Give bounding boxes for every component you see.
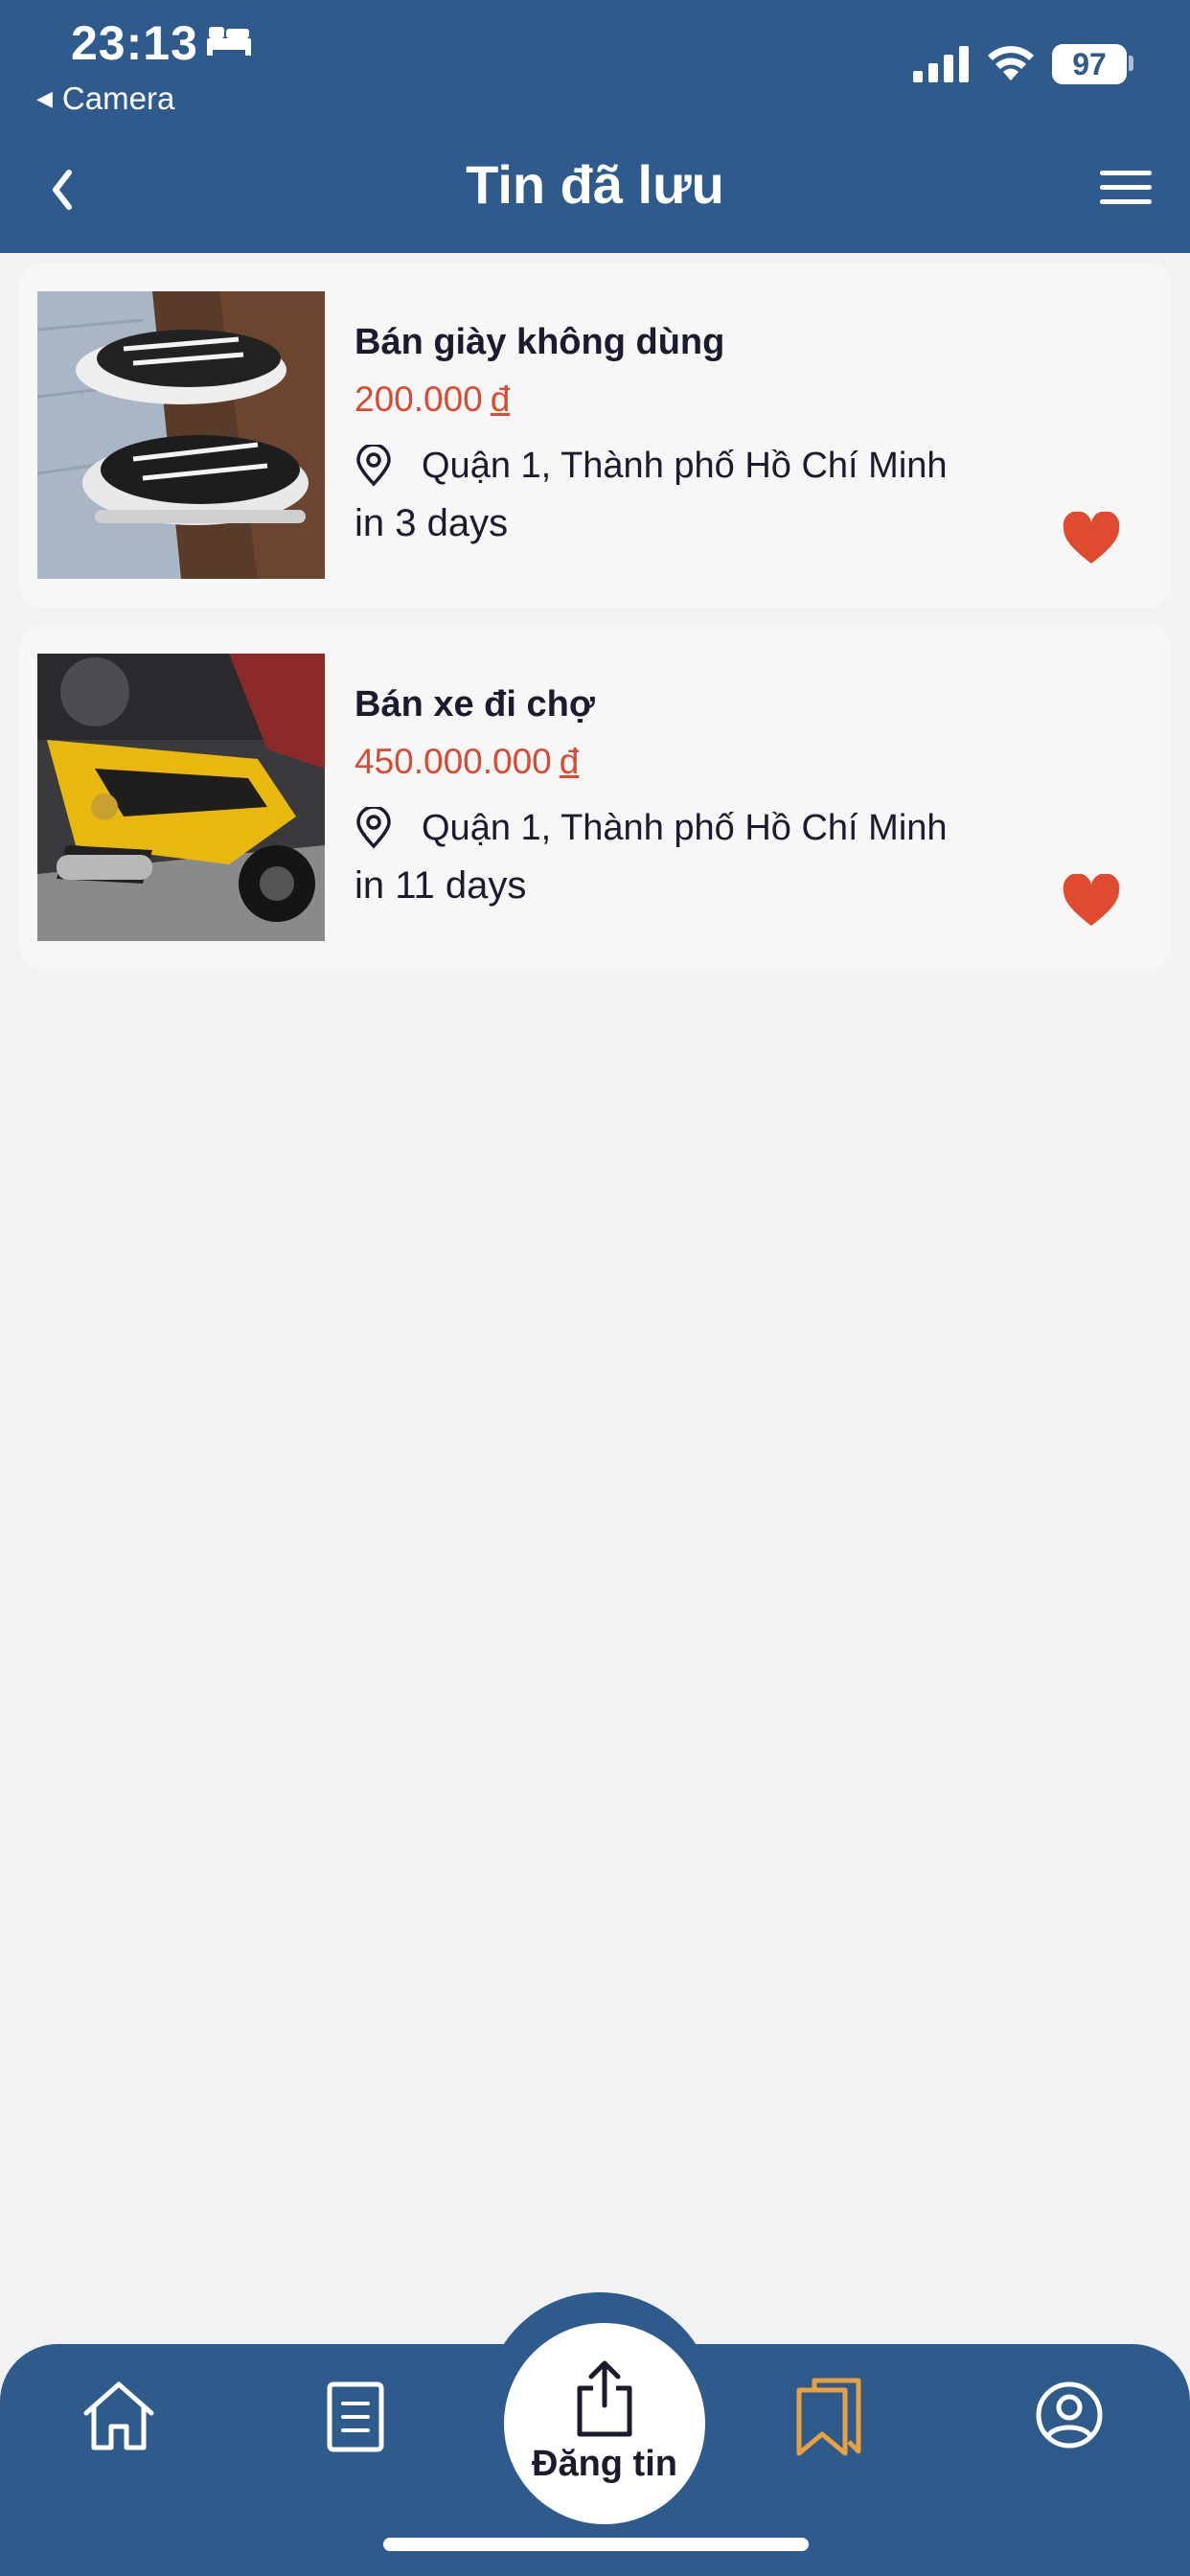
- listing-title: Bán giày không dùng: [355, 322, 725, 362]
- header: 23:13 ◀ Camera 97 Tin đã lưu: [0, 0, 1190, 253]
- location-pin-icon: [356, 807, 391, 849]
- listing-card[interactable]: Bán xe đi chợ 450.000.000 đ Quận 1, Thành…: [19, 625, 1171, 970]
- post-listing-button[interactable]: Đăng tin: [504, 2323, 705, 2524]
- saved-listings: Bán giày không dùng 200.000 đ Quận 1, Thà…: [19, 263, 1171, 987]
- page-title: Tin đã lưu: [466, 154, 724, 215]
- back-triangle-icon: ◀: [36, 86, 53, 110]
- bookmarks-icon[interactable]: [793, 2375, 864, 2457]
- upload-icon: [577, 2360, 632, 2436]
- back-app-label: Camera: [61, 80, 175, 116]
- heart-icon[interactable]: [1062, 512, 1121, 565]
- listing-price: 450.000.000 đ: [355, 742, 579, 782]
- heart-icon[interactable]: [1062, 874, 1121, 928]
- listing-price: 200.000 đ: [355, 380, 510, 420]
- bed-icon: [207, 27, 251, 56]
- location-text: Quận 1, Thành phố Hồ Chí Minh: [422, 445, 948, 486]
- post-button-label: Đăng tin: [532, 2443, 677, 2484]
- sneakers-photo: [37, 291, 325, 579]
- status-time: 23:13: [71, 16, 198, 70]
- motorbike-photo: [37, 654, 325, 941]
- listing-card[interactable]: Bán giày không dùng 200.000 đ Quận 1, Thà…: [19, 263, 1171, 608]
- listing-location: Quận 1, Thành phố Hồ Chí Minh: [355, 807, 948, 849]
- location-text: Quận 1, Thành phố Hồ Chí Minh: [422, 807, 948, 848]
- hamburger-menu-icon[interactable]: [1098, 167, 1154, 209]
- back-to-app[interactable]: ◀ Camera: [36, 80, 174, 117]
- price-currency: đ: [559, 742, 580, 781]
- listing-location: Quận 1, Thành phố Hồ Chí Minh: [355, 445, 948, 487]
- wifi-icon: [988, 46, 1034, 80]
- price-value: 450.000.000: [355, 742, 552, 781]
- price-value: 200.000: [355, 380, 483, 419]
- home-icon[interactable]: [80, 2377, 157, 2453]
- battery-tip: [1129, 56, 1133, 71]
- listing-time: in 11 days: [355, 864, 527, 907]
- account-icon[interactable]: [1035, 2380, 1104, 2450]
- battery-icon: 97: [1052, 44, 1127, 84]
- listing-time: in 3 days: [355, 502, 509, 544]
- price-currency: đ: [490, 380, 511, 419]
- location-pin-icon: [356, 445, 391, 487]
- signal-icon: [913, 46, 969, 82]
- home-indicator[interactable]: [383, 2538, 809, 2551]
- listing-title: Bán xe đi chợ: [355, 684, 595, 724]
- posts-icon[interactable]: [326, 2380, 385, 2453]
